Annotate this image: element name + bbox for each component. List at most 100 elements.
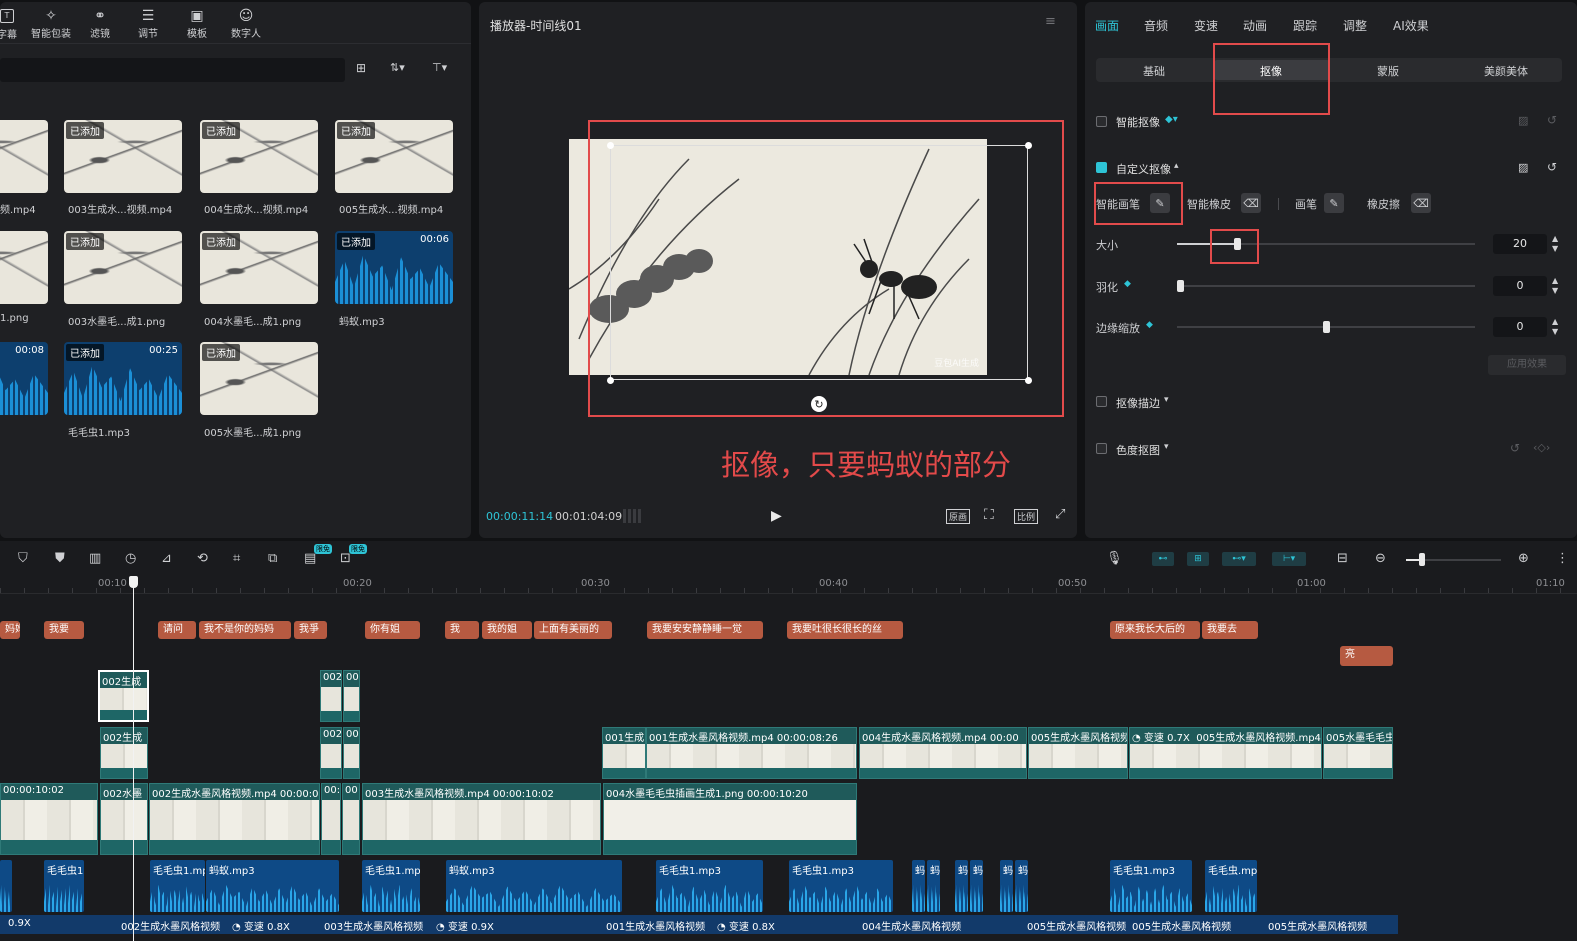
tab-picture[interactable]: 画面	[1095, 17, 1119, 34]
text-clip[interactable]: 你有姐	[365, 621, 420, 639]
eraser-icon[interactable]: ⌫	[1411, 193, 1431, 213]
reverse-icon[interactable]: ◷	[125, 551, 136, 566]
video-clip[interactable]: 002生成水墨风格视频.mp4 00:00:07	[149, 783, 320, 855]
tool-brush-label[interactable]: 画笔	[1295, 196, 1317, 212]
media-item[interactable]: 已添加	[64, 120, 182, 193]
media-item[interactable]: 已添加	[200, 342, 318, 415]
size-slider-knob[interactable]	[1233, 238, 1241, 250]
text-clip[interactable]: 我要安安静静睡一觉	[647, 621, 763, 639]
play-icon[interactable]: ▶	[771, 508, 782, 524]
text-clip[interactable]: 原来我长大后的	[1110, 621, 1200, 639]
tab-animation[interactable]: 动画	[1243, 17, 1267, 34]
audio-clip[interactable]: 毛毛虫1.mp3	[1110, 860, 1192, 912]
video-clip[interactable]: 002	[320, 727, 342, 779]
playhead-line[interactable]	[133, 580, 134, 941]
media-item-audio[interactable]: 已添加 00:06	[335, 231, 453, 304]
audio-clip[interactable]: 蚂蚁.mp3	[206, 860, 339, 912]
zoom-in-icon[interactable]: ⊕	[1518, 551, 1529, 566]
video-clip[interactable]: 00	[342, 783, 360, 855]
video-clip[interactable]: 00	[343, 670, 360, 722]
image-clip[interactable]: 004水墨毛毛虫插画生成1.png 00:00:10:20	[603, 783, 857, 855]
video-clip[interactable]: 001生成	[602, 727, 646, 779]
subtab-basic[interactable]: 基础	[1143, 63, 1165, 79]
text-clip[interactable]: 我不是你的妈妈	[199, 621, 291, 639]
audio-clip[interactable]: 毛毛虫1.mp	[150, 860, 205, 912]
audio-clip[interactable]: 毛毛虫1.mp	[362, 860, 420, 912]
resize-handle[interactable]	[607, 142, 614, 149]
audio-clip[interactable]: 毛毛虫1.mp3	[789, 860, 893, 912]
freeze-icon[interactable]: ▥	[89, 551, 101, 566]
caret-up-icon[interactable]: ▴	[1174, 161, 1179, 171]
text-clip[interactable]: 我要	[44, 621, 84, 639]
original-quality-button[interactable]: 原画	[946, 509, 971, 524]
media-item-audio[interactable]: 00:08	[0, 342, 48, 415]
text-clip[interactable]: 我	[445, 621, 479, 639]
text-clip[interactable]: 我要去	[1202, 621, 1258, 639]
apply-effect-button[interactable]: 应用效果	[1488, 355, 1566, 375]
chevron-down-icon[interactable]: ▾	[1164, 442, 1169, 452]
screenshot-icon[interactable]: ⛶	[984, 507, 994, 523]
mirror-icon[interactable]: ⊿	[161, 551, 172, 566]
tab-adjust[interactable]: 调整	[1343, 17, 1367, 34]
selection-box[interactable]	[610, 145, 1028, 380]
reset-icon[interactable]: ↺	[1510, 441, 1520, 455]
media-item[interactable]: 已添加	[64, 231, 182, 304]
chevron-down-icon[interactable]: ▾	[1164, 395, 1169, 405]
ratio-button[interactable]: 比例	[1014, 509, 1039, 524]
toolbar-smart-pack[interactable]: ✧ 智能包装	[30, 8, 72, 40]
audio-clip[interactable]: 蚂	[970, 860, 983, 912]
link-icon[interactable]: ⊷	[1152, 552, 1174, 566]
fullscreen-icon[interactable]: ⤢	[1055, 507, 1065, 522]
text-clip[interactable]: 我爭	[294, 621, 327, 639]
video-clip[interactable]: 002生成	[100, 727, 148, 779]
feather-value-input[interactable]: 0	[1493, 276, 1547, 296]
size-value-input[interactable]: 20	[1493, 234, 1547, 254]
rotate-handle[interactable]: ↻	[811, 396, 827, 412]
linkage-icon[interactable]: ⊷▾	[1222, 552, 1256, 566]
audio-clip[interactable]: 蚂	[1000, 860, 1013, 912]
subtab-beauty[interactable]: 美颜美体	[1484, 63, 1528, 79]
toolbar-filter[interactable]: ⚭ 滤镜	[86, 8, 114, 40]
media-item[interactable]	[0, 231, 48, 304]
tool-eraser-label[interactable]: 橡皮擦	[1367, 196, 1400, 212]
subtab-mask[interactable]: 蒙版	[1377, 63, 1399, 79]
feather-slider-knob[interactable]	[1177, 280, 1184, 292]
filter-sort-icon[interactable]: ⊤▾	[432, 61, 447, 74]
marker-icon[interactable]: ⛉	[18, 551, 28, 566]
text-clip[interactable]: 上面有美丽的	[534, 621, 612, 639]
snap-icon[interactable]: ⊞	[1187, 552, 1209, 566]
video-clip[interactable]: 002水墨	[100, 783, 148, 855]
resize-handle[interactable]	[1025, 377, 1032, 384]
text-clip[interactable]: 亮	[1340, 646, 1393, 666]
stroke-checkbox[interactable]	[1096, 396, 1107, 407]
video-clip[interactable]: 00:00:10:02	[0, 783, 98, 855]
audio-clip[interactable]: 毛毛虫1.mp3	[656, 860, 763, 912]
chroma-checkbox[interactable]	[1096, 443, 1107, 454]
mic-icon[interactable]: 🎙	[1106, 551, 1123, 566]
tab-tracking[interactable]: 跟踪	[1293, 17, 1317, 34]
audio-clip[interactable]: 毛毛虫.mp	[1205, 860, 1257, 912]
media-item[interactable]: 已添加	[335, 120, 453, 193]
video-clip[interactable]: 003生成水墨风格视频.mp4 00:00:10:02	[362, 783, 601, 855]
menu-icon[interactable]: ≡	[1045, 14, 1056, 29]
video-clip[interactable]: 005生成水墨风格视频	[1028, 727, 1128, 779]
media-item[interactable]: 已添加	[200, 231, 318, 304]
audio-clip[interactable]: 蚂	[955, 860, 968, 912]
sort-icon[interactable]: ⇅▾	[390, 61, 405, 74]
feather-slider[interactable]	[1177, 285, 1475, 287]
audio-clip[interactable]: 毛毛虫1	[44, 860, 84, 912]
text-clip[interactable]: 妈妈	[0, 621, 20, 639]
media-item[interactable]	[0, 120, 48, 193]
zoom-slider-knob[interactable]	[1419, 553, 1425, 566]
custom-cutout-checkbox[interactable]	[1096, 162, 1107, 173]
audio-clip[interactable]	[0, 860, 12, 912]
video-clip[interactable]: 004生成水墨风格视频.mp4 00:00	[859, 727, 1027, 779]
tool-smart-eraser-label[interactable]: 智能橡皮	[1187, 196, 1231, 212]
toolbar-adjust[interactable]: ☰ 调节	[134, 8, 162, 40]
stepper-icon[interactable]: ▲ ▼	[1552, 317, 1558, 337]
audio-clip[interactable]: 蚂	[1015, 860, 1028, 912]
tab-audio[interactable]: 音频	[1144, 17, 1168, 34]
tool-smart-brush-label[interactable]: 智能画笔	[1096, 196, 1140, 212]
preview-axis-icon[interactable]: ⊢▾	[1272, 552, 1306, 566]
toolbar-subtitle[interactable]: T 字幕	[0, 8, 22, 41]
